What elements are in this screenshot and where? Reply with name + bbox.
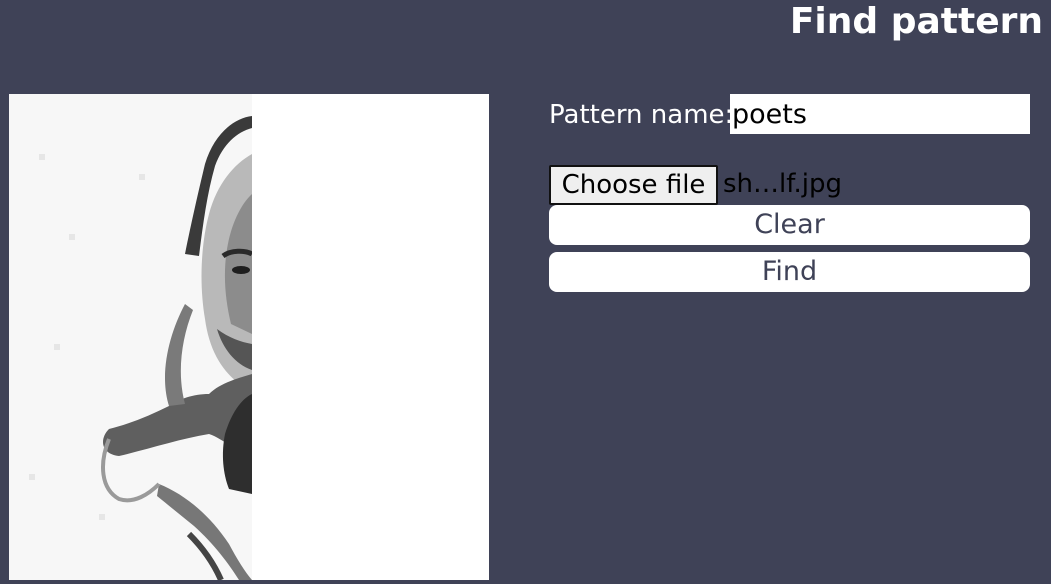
portrait-photo-preview [9,94,489,580]
clear-button[interactable]: Clear [549,205,1030,245]
pattern-name-input[interactable] [730,94,1030,134]
find-pattern-page: Find pattern Pattern name: poets Choose … [0,0,1051,584]
selected-file-name: sh…lf.jpg [723,169,843,199]
image-preview [9,94,489,580]
page-title: Find pattern [789,1,1043,42]
choose-file-button[interactable]: Choose file [549,165,718,205]
file-picker: Choose file sh…lf.jpg [549,165,1030,205]
find-button[interactable]: Find [549,252,1030,292]
pattern-form: Pattern name: Choose file sh…lf.jpg Clea… [549,94,1030,292]
pattern-name-label: Pattern name: [549,100,734,130]
pattern-name-row: Pattern name: [549,94,1030,134]
